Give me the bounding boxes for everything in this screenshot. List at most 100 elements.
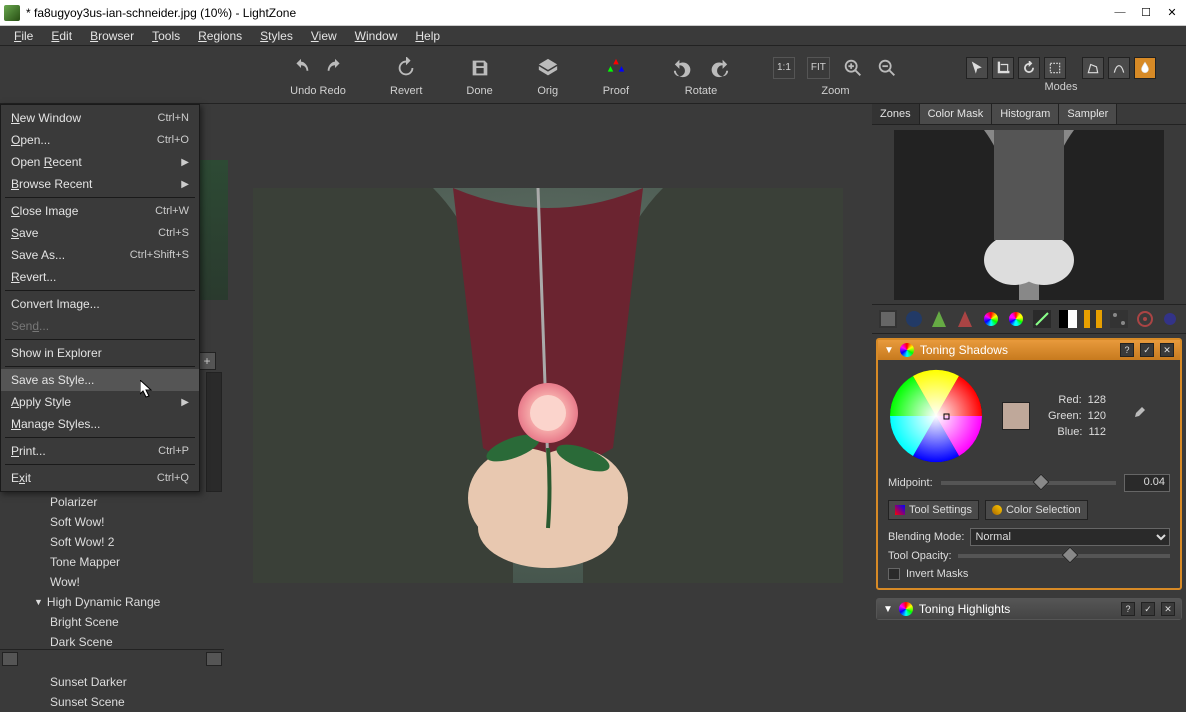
menu-regions[interactable]: Regions (190, 27, 250, 45)
tool-whitebalance-icon[interactable] (1032, 309, 1052, 329)
zoom-out-icon[interactable] (876, 57, 898, 79)
mode-rotate[interactable] (1018, 57, 1040, 79)
help-button[interactable]: ? (1121, 602, 1135, 616)
color-wheel[interactable] (888, 368, 984, 464)
menu-styles[interactable]: Styles (252, 27, 301, 45)
collapse-icon: ▼ (883, 604, 893, 615)
redo-icon[interactable] (324, 57, 346, 79)
mode-arrow[interactable] (966, 57, 988, 79)
add-style-button[interactable]: + (198, 352, 216, 370)
tool-huesat-icon[interactable] (981, 309, 1001, 329)
menu-help[interactable]: Help (407, 27, 448, 45)
enable-checkbox[interactable]: ✓ (1140, 343, 1154, 357)
tool-zonemapper-icon[interactable] (878, 309, 898, 329)
mode-polygon[interactable] (1082, 57, 1104, 79)
undo-icon[interactable] (290, 57, 312, 79)
scroll-left-icon[interactable] (2, 652, 18, 666)
zoom-in-icon[interactable] (842, 57, 864, 79)
mode-region[interactable] (1044, 57, 1066, 79)
menu-edit[interactable]: Edit (43, 27, 80, 45)
style-tree: PolarizerSoft Wow!Soft Wow! 2Tone Mapper… (0, 492, 224, 712)
style-item[interactable]: Bright Scene (0, 612, 224, 632)
canvas[interactable] (224, 104, 872, 667)
file-menu-send: Send... (1, 315, 199, 337)
file-menu-convert-image[interactable]: Convert Image... (1, 293, 199, 315)
style-item[interactable]: Sunset Scene (0, 692, 224, 712)
tool-palette (872, 305, 1186, 334)
blend-mode-select[interactable]: Normal (970, 528, 1170, 546)
mode-crop[interactable] (992, 57, 1014, 79)
invert-masks-checkbox[interactable] (888, 568, 900, 580)
file-menu-new-window[interactable]: New WindowCtrl+N (1, 107, 199, 129)
file-menu-open-recent[interactable]: Open Recent▶ (1, 151, 199, 173)
file-menu-close-image[interactable]: Close ImageCtrl+W (1, 200, 199, 222)
toolbar-orig[interactable]: Orig (537, 53, 559, 97)
tool-relight-icon[interactable] (904, 309, 924, 329)
file-menu-print[interactable]: Print...Ctrl+P (1, 440, 199, 462)
file-menu-revert[interactable]: Revert... (1, 266, 199, 288)
panel-header-toning-highlights[interactable]: ▼ Toning Highlights ? ✓ ✕ (877, 599, 1181, 619)
midpoint-slider[interactable] (941, 481, 1116, 485)
file-menu-save-as-style[interactable]: Save as Style... (1, 369, 199, 391)
midpoint-value[interactable]: 0.04 (1124, 474, 1170, 492)
style-item[interactable]: Soft Wow! (0, 512, 224, 532)
enable-checkbox[interactable]: ✓ (1141, 602, 1155, 616)
file-menu-save[interactable]: SaveCtrl+S (1, 222, 199, 244)
minimize-button[interactable]: — (1114, 6, 1126, 19)
tool-sharpen-icon[interactable] (929, 309, 949, 329)
eyedropper-icon[interactable] (1130, 407, 1146, 426)
zoom-fit[interactable]: FIT (807, 57, 830, 79)
style-item[interactable]: Polarizer (0, 492, 224, 512)
left-hscroll[interactable] (0, 649, 224, 667)
zoom-1-1[interactable]: 1:1 (773, 57, 795, 79)
style-item[interactable]: Wow! (0, 572, 224, 592)
tool-noise-icon[interactable] (1083, 309, 1103, 329)
file-menu-open[interactable]: Open...Ctrl+O (1, 129, 199, 151)
style-item[interactable]: Sunset Darker (0, 672, 224, 692)
tool-spot-icon[interactable] (1135, 309, 1155, 329)
close-panel-button[interactable]: ✕ (1160, 343, 1174, 357)
close-button[interactable]: ✕ (1166, 6, 1178, 19)
menu-browser[interactable]: Browser (82, 27, 142, 45)
menu-view[interactable]: View (303, 27, 345, 45)
rotate-right-icon[interactable] (707, 57, 729, 79)
tab-histogram[interactable]: Histogram (992, 104, 1059, 124)
file-menu-manage-styles[interactable]: Manage Styles... (1, 413, 199, 435)
tool-bw-icon[interactable] (1058, 309, 1078, 329)
toolbar-revert[interactable]: Revert (390, 53, 422, 97)
rotate-left-icon[interactable] (673, 57, 695, 79)
file-menu-exit[interactable]: ExitCtrl+Q (1, 467, 199, 489)
subtab-color-selection[interactable]: Color Selection (985, 500, 1088, 520)
tool-redeye-icon[interactable] (1160, 309, 1180, 329)
panel-header-toning-shadows[interactable]: ▼ Toning Shadows ? ✓ ✕ (878, 340, 1180, 360)
scroll-right-icon[interactable] (206, 652, 222, 666)
file-menu-browse-recent[interactable]: Browse Recent▶ (1, 173, 199, 195)
tab-sampler[interactable]: Sampler (1059, 104, 1117, 124)
menu-file[interactable]: File (6, 27, 41, 45)
toolbar-proof[interactable]: Proof (603, 53, 629, 97)
opacity-slider[interactable] (958, 554, 1170, 558)
tool-clone-icon[interactable] (1109, 309, 1129, 329)
tool-colorbalance-icon[interactable] (1006, 309, 1026, 329)
help-button[interactable]: ? (1120, 343, 1134, 357)
file-menu-save-as[interactable]: Save As...Ctrl+Shift+S (1, 244, 199, 266)
tab-zones[interactable]: Zones (872, 104, 920, 124)
tree-group-hdr[interactable]: ▼High Dynamic Range (0, 592, 224, 612)
left-scrollbar[interactable] (206, 372, 222, 492)
tool-blur-icon[interactable] (955, 309, 975, 329)
toolbar-done[interactable]: Done (466, 53, 492, 97)
file-menu-apply-style[interactable]: Apply Style▶ (1, 391, 199, 413)
style-item[interactable]: Tone Mapper (0, 552, 224, 572)
mode-curve[interactable] (1108, 57, 1130, 79)
subtab-tool-settings[interactable]: Tool Settings (888, 500, 979, 520)
menu-window[interactable]: Window (347, 27, 406, 45)
file-menu-show-in-explorer[interactable]: Show in Explorer (1, 342, 199, 364)
mode-drop[interactable] (1134, 57, 1156, 79)
close-panel-button[interactable]: ✕ (1161, 602, 1175, 616)
style-item[interactable]: Soft Wow! 2 (0, 532, 224, 552)
layers-icon (537, 57, 559, 79)
menu-tools[interactable]: Tools (144, 27, 188, 45)
maximize-button[interactable]: ☐ (1140, 6, 1152, 19)
tab-color-mask[interactable]: Color Mask (920, 104, 993, 124)
zone-preview (872, 125, 1186, 305)
